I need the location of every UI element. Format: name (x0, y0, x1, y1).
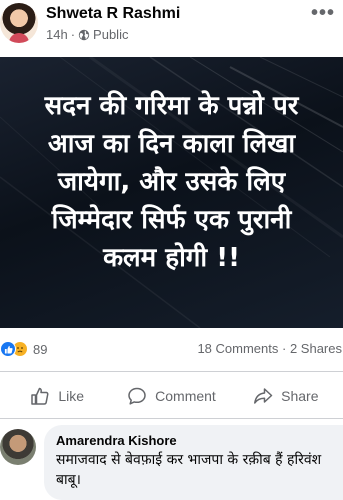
like-button[interactable]: Like (0, 374, 114, 418)
post-meta: 14h · Public (46, 27, 128, 42)
image-text-line: सदन की गरिमा के पन्नो पर (44, 91, 299, 121)
post-stats: 89 18 Comments · 2 Shares (0, 341, 343, 361)
like-reaction-icon (0, 341, 16, 357)
comment-bubble[interactable]: Amarendra Kishore समाजवाद से बेवफ़ाई कर … (44, 425, 343, 500)
post-image[interactable]: सदन की गरिमा के पन्नो पर आज का दिन काला … (0, 57, 343, 328)
comment-bubble-icon (128, 387, 146, 405)
more-icon[interactable]: ••• (311, 2, 335, 25)
post-time[interactable]: 14h (46, 27, 68, 42)
share-button[interactable]: Share (229, 374, 343, 418)
image-text-line: जायेगा, और उसके लिए (57, 167, 286, 197)
image-text-line: कलम होगी !! (103, 243, 240, 273)
comments-count[interactable]: 18 Comments (197, 341, 278, 356)
globe-icon (78, 29, 90, 40)
engagement-counts: 18 Comments · 2 Shares (197, 341, 342, 356)
comment-label: Comment (155, 388, 216, 404)
post-actions: Like Comment Share (0, 374, 343, 418)
commenter-name[interactable]: Amarendra Kishore (56, 433, 331, 448)
stats-separator: · (281, 341, 287, 356)
post-image-text: सदन की गरिमा के पन्नो पर आज का दिन काला … (0, 87, 343, 277)
commenter-avatar[interactable] (0, 429, 36, 465)
privacy-label: Public (93, 27, 129, 42)
meta-separator: · (70, 27, 76, 42)
comment-text: समाजवाद से बेवफ़ाई कर भाजपा के रक़ीब हैं… (56, 452, 322, 488)
shares-count[interactable]: 2 Shares (290, 341, 342, 356)
thumbs-up-icon (31, 387, 49, 405)
image-text-line: आज का दिन काला लिखा (47, 129, 296, 159)
reaction-count: 89 (33, 341, 48, 357)
comment-button[interactable]: Comment (114, 374, 228, 418)
image-text-line: जिम्मेदार सिर्फ एक पुरानी (51, 205, 292, 235)
reactions-summary[interactable]: 89 (0, 341, 47, 357)
post-header: Shweta R Rashmi 14h · Public ••• (0, 0, 343, 56)
author-name[interactable]: Shweta R Rashmi (46, 5, 180, 23)
like-label: Like (58, 388, 84, 404)
author-avatar[interactable] (0, 3, 38, 43)
share-arrow-icon (254, 388, 273, 404)
divider (0, 371, 343, 372)
divider (0, 418, 343, 419)
share-label: Share (281, 388, 319, 404)
